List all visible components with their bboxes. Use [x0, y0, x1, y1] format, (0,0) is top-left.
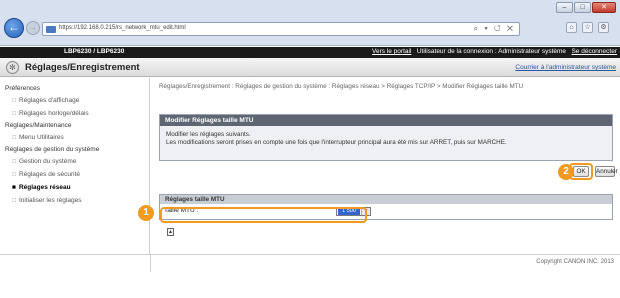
footer: Copyright CANON INC. 2013 — [151, 254, 620, 272]
notice-text: Les modifications seront prises en compt… — [166, 139, 507, 146]
sidebar-item-network[interactable]: ■ Réglages réseau — [0, 181, 149, 194]
sidebar-group-system-management: Réglages de gestion du système — [5, 146, 100, 153]
favicon-icon — [46, 26, 56, 33]
bullet-icon: ■ — [12, 184, 16, 191]
edit-panel-title: Modifier Réglages taille MTU — [160, 115, 612, 126]
portal-link[interactable]: Vers le portail — [372, 48, 411, 55]
main-content: Réglages/Enregistrement : Réglages de ge… — [151, 78, 620, 254]
minimize-button[interactable]: – — [556, 2, 573, 13]
sidebar-group-preferences: Préférences — [5, 85, 41, 92]
close-button[interactable]: ✕ — [592, 2, 616, 13]
address-bar[interactable]: https://192.168.0.215/rs_network_mtu_edi… — [42, 22, 520, 36]
breadcrumb: Réglages/Enregistrement : Réglages de ge… — [159, 83, 524, 90]
login-user: Utilisateur de la connexion : Administra… — [416, 48, 567, 55]
sidebar-item-security[interactable]: □ Réglages de sécurité — [0, 168, 149, 181]
url-text: https://192.168.0.215/rs_network_mtu_edi… — [59, 25, 186, 31]
browser-chrome: – □ ✕ ← → https://192.168.0.215/rs_netwo… — [0, 0, 620, 46]
printer-model: LBP6230 / LBP6230 — [64, 48, 125, 55]
edit-panel-body: Modifier les réglages suivants. Les modi… — [160, 126, 612, 160]
mtu-highlight — [160, 207, 367, 223]
mail-admin-link[interactable]: Courrier à l'administrateur système — [515, 64, 616, 71]
gear-icon[interactable]: ⚙ — [598, 22, 609, 33]
instruction-text: Modifier les réglages suivants. — [166, 131, 251, 138]
printer-header: LBP6230 / LBP6230 Vers le portail Utilis… — [0, 47, 620, 58]
back-arrow-icon[interactable]: ← — [4, 18, 24, 38]
browser-toolbar-icons: ⌂ ☆ ⚙ — [566, 22, 609, 33]
bullet-icon: □ — [12, 158, 16, 165]
sidebar-group-maintenance: Réglages/Maintenance — [5, 122, 72, 129]
sidebar-item-utilities[interactable]: □ Menu Utilitaires — [0, 131, 149, 144]
sidebar-item-system-management[interactable]: □ Gestion du système — [0, 155, 149, 168]
bullet-icon: □ — [12, 110, 16, 117]
callout-step-2: 2 — [558, 164, 574, 180]
bullet-icon: □ — [12, 97, 16, 104]
edit-panel: Modifier Réglages taille MTU Modifier le… — [159, 114, 613, 161]
forward-arrow-icon[interactable]: → — [26, 21, 40, 35]
bullet-icon: □ — [12, 197, 16, 204]
sidebar-item-initialize[interactable]: □ Initialiser les réglages — [0, 194, 149, 207]
window-controls: – □ ✕ — [556, 2, 616, 13]
sidebar-item-clock-settings[interactable]: □ Réglages horloge/délais — [0, 107, 149, 120]
page-title: Réglages/Enregistrement — [25, 62, 140, 73]
scroll-top-icon[interactable]: ▲ — [167, 228, 174, 236]
logout-link[interactable]: Se déconnecter — [571, 48, 617, 55]
settings-icon: ✼ — [6, 61, 19, 74]
footer-left — [0, 254, 151, 272]
home-icon[interactable]: ⌂ — [566, 22, 577, 33]
sidebar: Préférences □ Réglages d'affichage □ Régla… — [0, 78, 150, 254]
cancel-button[interactable]: Annuler — [595, 166, 618, 177]
callout-step-1: 1 — [138, 205, 154, 221]
title-bar: ✼ Réglages/Enregistrement Courrier à l'a… — [0, 58, 620, 77]
bullet-icon: □ — [12, 171, 16, 178]
sidebar-item-display-settings[interactable]: □ Réglages d'affichage — [0, 94, 149, 107]
bullet-icon: □ — [12, 134, 16, 141]
maximize-button[interactable]: □ — [574, 2, 591, 13]
copyright: Copyright CANON INC. 2013 — [536, 259, 614, 265]
mtu-settings-header: Réglages taille MTU — [160, 195, 612, 204]
star-icon[interactable]: ☆ — [582, 22, 593, 33]
address-tools[interactable]: ⌕ ▾ ↺ ✕ — [474, 24, 515, 34]
header-right: Vers le portail Utilisateur de la connex… — [372, 48, 617, 55]
